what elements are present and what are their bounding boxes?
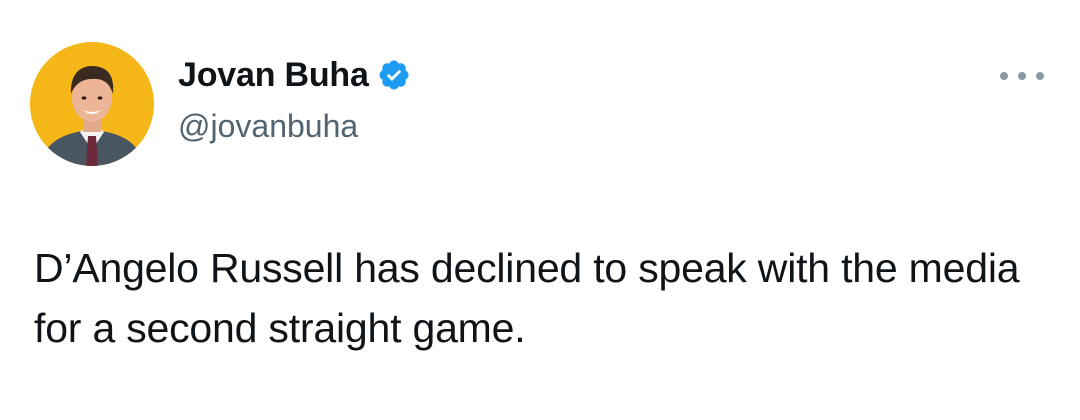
tweet-text: D’Angelo Russell has declined to speak w… <box>34 245 1020 351</box>
author-name-row[interactable]: Jovan Buha <box>178 52 411 98</box>
author-display-name[interactable]: Jovan Buha <box>178 56 369 95</box>
verified-badge-icon <box>377 58 411 92</box>
tweet-card[interactable]: Jovan Buha @jovanbuha D’Angelo Russell h… <box>0 0 1080 420</box>
profile-photo-icon <box>30 42 154 166</box>
ellipsis-icon <box>1018 72 1026 80</box>
ellipsis-icon <box>1036 72 1044 80</box>
author-handle[interactable]: @jovanbuha <box>178 108 358 145</box>
more-options-button[interactable] <box>1000 66 1044 86</box>
author-avatar[interactable] <box>30 42 154 166</box>
ellipsis-icon <box>1000 72 1008 80</box>
